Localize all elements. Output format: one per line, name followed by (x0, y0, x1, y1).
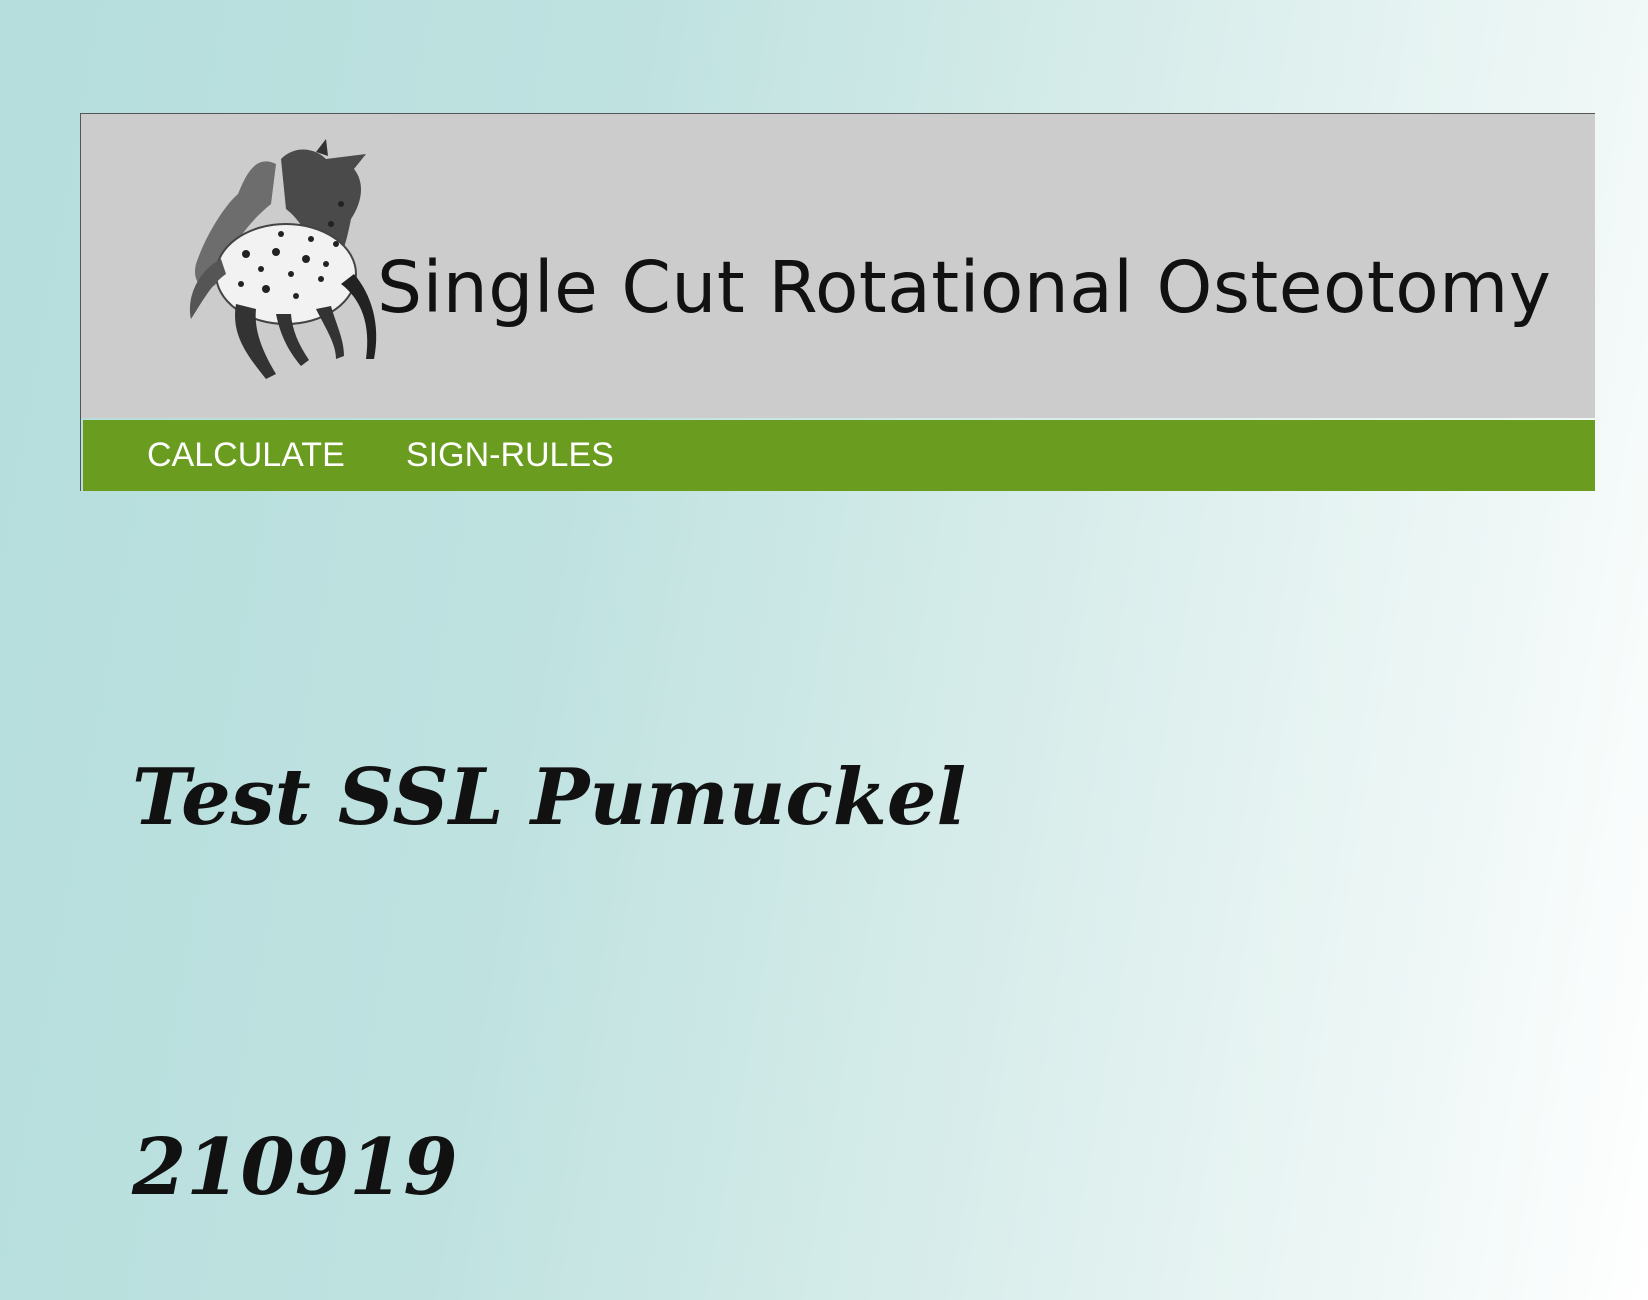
horse-logo-icon (190, 139, 377, 379)
site-header: Single Cut Rotational Osteotomy CALCULAT… (80, 113, 1595, 491)
nav-calculate-link[interactable]: CALCULATE (147, 436, 345, 475)
site-title: Single Cut Rotational Osteotomy (377, 246, 1552, 329)
date-text: 210919 (132, 1122, 458, 1213)
main-nav: CALCULATE SIGN-RULES (83, 420, 1595, 491)
nav-sign-rules-link[interactable]: SIGN-RULES (406, 436, 614, 475)
header-banner: Single Cut Rotational Osteotomy (81, 114, 1595, 418)
page-heading: Test SSL Pumuckel (132, 752, 967, 843)
